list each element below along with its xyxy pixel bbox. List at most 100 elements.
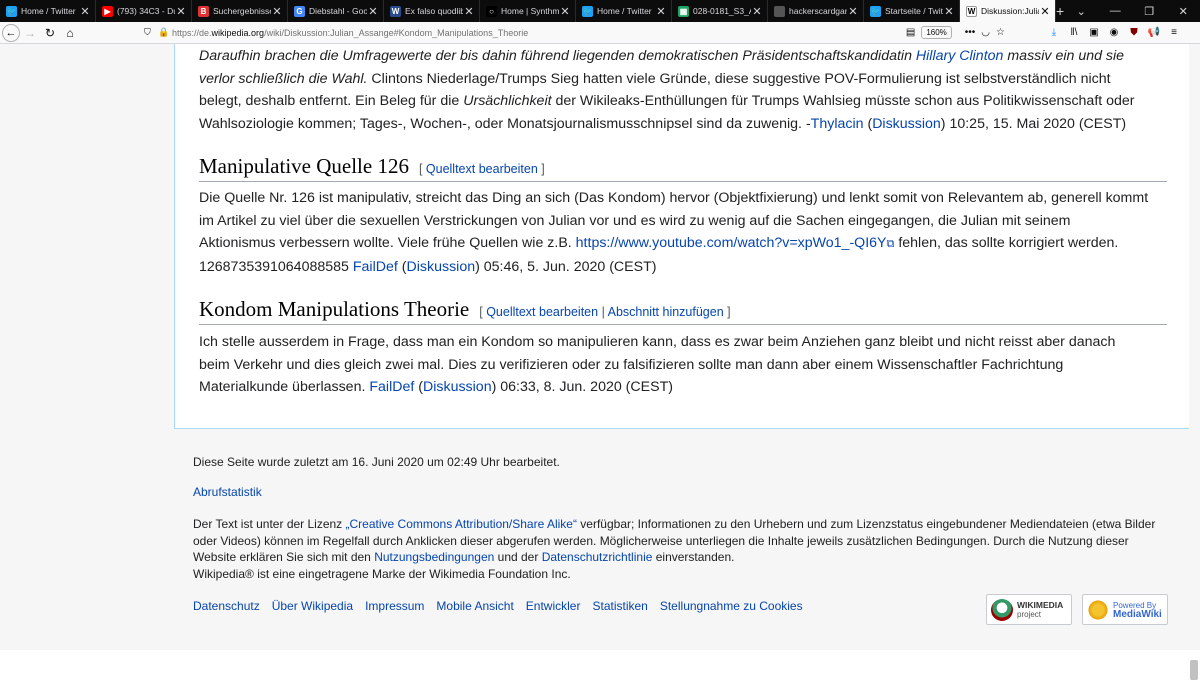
mediawiki-logo-icon: [1087, 598, 1109, 621]
user-link[interactable]: FailDef: [353, 259, 398, 275]
article-body: Daraufhin brachen die Umfragewerte der b…: [174, 44, 1189, 429]
restore-button[interactable]: ❐: [1132, 0, 1166, 22]
tab-7[interactable]: ▦ 028-0181_S3_Autis✕: [672, 0, 768, 22]
user-link[interactable]: Thylacin: [811, 116, 864, 132]
cc-license-link[interactable]: „Creative Commons Attribution/Share Alik…: [346, 517, 577, 531]
wikipedia-icon: W: [966, 5, 977, 17]
add-section-link[interactable]: Abschnitt hinzufügen: [608, 305, 724, 319]
tab-title: (793) 34C3 - Dude: [117, 6, 175, 16]
megaphone-icon[interactable]: 📢: [1144, 27, 1164, 38]
close-tab-icon[interactable]: ✕: [943, 5, 955, 18]
page-content: Daraufhin brachen die Umfragewerte der b…: [0, 44, 1200, 680]
bookmark-star-icon[interactable]: ☆: [996, 27, 1005, 38]
edit-section: [ Quelltext bearbeiten | Abschnitt hinzu…: [479, 305, 730, 319]
tab-list: 🐦Home / Twitter✕▶(793) 34C3 - Dude✕BSuch…: [0, 0, 1056, 22]
close-tab-icon[interactable]: ✕: [367, 5, 379, 18]
close-tab-icon[interactable]: ✕: [79, 5, 91, 18]
tab-1[interactable]: ▶ (793) 34C3 - Dude✕: [96, 0, 192, 22]
footer-link[interactable]: Mobile Ansicht: [436, 598, 513, 615]
twitter-icon: 🐦: [582, 5, 593, 17]
globe-icon: [774, 5, 785, 17]
footer-places: Datenschutz Über Wikipedia Impressum Mobile…: [193, 598, 803, 615]
edit-source-link[interactable]: Quelltext bearbeiten: [486, 305, 598, 319]
sidebar-icon[interactable]: ▣: [1084, 27, 1104, 38]
tab-title: hackerscardgame.ch/: [789, 6, 847, 16]
twitter-icon: 🐦: [870, 5, 881, 17]
close-tab-icon[interactable]: ✕: [847, 5, 859, 18]
footer-link[interactable]: Über Wikipedia: [272, 598, 353, 615]
quoted-text: Daraufhin brachen die Umfragewerte der b…: [199, 48, 916, 64]
comment-faildef-2: Ich stelle ausserdem in Frage, dass man …: [199, 331, 1149, 399]
tab-title: Home / Twitter: [21, 6, 76, 16]
home-button[interactable]: ⌂: [60, 23, 80, 43]
privacy-link[interactable]: Datenschutzrichtlinie: [542, 550, 653, 564]
signature-text: (: [397, 258, 407, 275]
lock-icon[interactable]: 🔒: [158, 27, 172, 38]
tab-title: 028-0181_S3_Autis: [693, 6, 751, 16]
tab-3[interactable]: G Diebstahl - Googl✕: [288, 0, 384, 22]
minimize-button[interactable]: —: [1098, 0, 1132, 22]
license-text-part: einverstanden.: [652, 550, 735, 564]
separator: |: [598, 305, 608, 319]
youtube-link[interactable]: https://www.youtube.com/watch?v=xpWo1_-Q…: [576, 235, 887, 251]
back-button[interactable]: ←: [2, 23, 20, 42]
tab-title: Startseite / Twitter: [885, 6, 943, 16]
close-tab-icon[interactable]: ✕: [1039, 5, 1051, 18]
library-icon[interactable]: ‖\: [1064, 27, 1084, 38]
shield-icon[interactable]: ⛉: [144, 27, 158, 38]
link-hillary-clinton[interactable]: Hillary Clinton: [916, 48, 1004, 64]
reader-view-icon[interactable]: ▤: [906, 27, 915, 38]
signature-text: (: [863, 115, 873, 132]
page-stats-link[interactable]: Abrufstatistik: [193, 485, 262, 499]
url-bar[interactable]: ⛉ 🔒 https://de.wikipedia.org/wiki/Diskus…: [144, 24, 1008, 42]
terms-link[interactable]: Nutzungsbedingungen: [374, 550, 494, 564]
tab-4[interactable]: W Ex falso quodlibe✕: [384, 0, 480, 22]
tab-8[interactable]: hackerscardgame.ch/✕: [768, 0, 864, 22]
tab-title: Suchergebnisse: [213, 6, 271, 16]
close-tab-icon[interactable]: ✕: [175, 5, 187, 18]
user-talk-link[interactable]: Diskussion: [407, 259, 476, 275]
footer-link[interactable]: Stellungnahme zu Cookies: [660, 598, 803, 615]
more-actions-icon[interactable]: •••: [965, 27, 976, 38]
close-tab-icon[interactable]: ✕: [559, 5, 571, 18]
menu-icon[interactable]: ≡: [1164, 27, 1184, 38]
footer-link[interactable]: Statistiken: [592, 598, 647, 615]
ublock-icon[interactable]: ⛊: [1124, 27, 1144, 38]
extension-icon[interactable]: ◉: [1104, 27, 1124, 38]
close-tab-icon[interactable]: ✕: [655, 5, 667, 18]
close-tab-icon[interactable]: ✕: [751, 5, 763, 18]
url-text[interactable]: https://de.wikipedia.org/wiki/Diskussion…: [172, 28, 528, 38]
close-tab-icon[interactable]: ✕: [463, 5, 475, 18]
comment-faildef-1: Die Quelle Nr. 126 ist manipulativ, stre…: [199, 187, 1149, 278]
new-tab-button[interactable]: +: [1056, 0, 1064, 22]
stats-link-wrap: Abrufstatistik: [193, 484, 262, 501]
scrollbar-thumb[interactable]: [1190, 660, 1198, 680]
tab-9[interactable]: 🐦 Startseite / Twitter✕: [864, 0, 960, 22]
powered-by-mediawiki-badge[interactable]: Powered By MediaWiki: [1082, 594, 1168, 625]
pocket-icon[interactable]: ◡: [981, 27, 990, 38]
license-text-part: und der: [494, 550, 542, 564]
chevron-down-icon[interactable]: ⌄: [1064, 0, 1098, 22]
tab-0[interactable]: 🐦 Home / Twitter ✕: [0, 0, 96, 22]
forward-button[interactable]: →: [20, 23, 40, 43]
footer-link[interactable]: Entwickler: [526, 598, 581, 615]
close-tab-icon[interactable]: ✕: [271, 5, 283, 18]
wikimedia-project-badge[interactable]: WIKIMEDIA project: [986, 594, 1072, 625]
reload-button[interactable]: ↻: [40, 23, 60, 43]
tab-10[interactable]: W Diskussion:Julian✕: [960, 0, 1056, 22]
tab-title: Ex falso quodlibe: [405, 6, 463, 16]
tab-5[interactable]: ○ Home | Synthman✕: [480, 0, 576, 22]
user-talk-link[interactable]: Diskussion: [872, 116, 941, 132]
footer-link[interactable]: Datenschutz: [193, 598, 260, 615]
footer-link[interactable]: Impressum: [365, 598, 424, 615]
user-link[interactable]: FailDef: [369, 379, 414, 395]
download-icon[interactable]: ⤓: [1044, 27, 1064, 38]
close-window-button[interactable]: ✕: [1166, 0, 1200, 22]
tab-6[interactable]: 🐦 Home / Twitter ✕: [576, 0, 672, 22]
emphasis-text: Ursächlichkeit: [463, 93, 552, 109]
user-talk-link[interactable]: Diskussion: [423, 379, 492, 395]
tab-2[interactable]: B Suchergebnisse ✕: [192, 0, 288, 22]
bracket: ]: [537, 162, 545, 176]
zoom-level[interactable]: 160%: [921, 26, 952, 39]
edit-source-link[interactable]: Quelltext bearbeiten: [426, 162, 538, 176]
